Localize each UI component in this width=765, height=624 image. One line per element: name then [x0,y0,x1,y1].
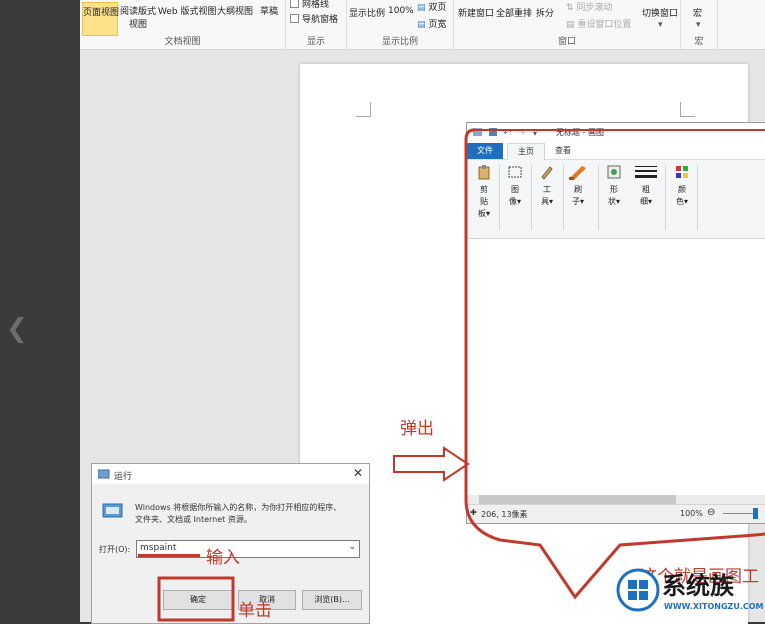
ok-highlight-box [157,576,235,622]
annotation-input: 输入 [206,548,240,568]
watermark-url: WWW.XITONGZU.COM [664,602,764,611]
input-underline [138,554,200,557]
watermark-logo-icon [616,568,660,612]
arrow-right-icon [393,446,470,482]
watermark-brand: 系统族 [662,572,734,600]
watermark: 系统族 WWW.XITONGZU.COM [612,560,765,622]
annotation-click: 单击 [238,601,272,621]
annotation-overlay [138,128,765,622]
annotation-popup: 弹出 [400,419,434,439]
callout-outline [464,128,765,600]
